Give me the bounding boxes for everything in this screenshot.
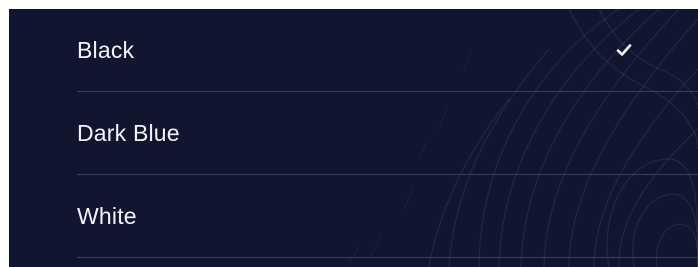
- option-dark-blue[interactable]: Dark Blue: [9, 92, 698, 175]
- option-label: White: [77, 203, 137, 229]
- checkmark-icon: [616, 44, 632, 56]
- option-white[interactable]: White: [9, 175, 698, 258]
- option-black[interactable]: Black: [9, 9, 698, 92]
- color-option-list: Black Dark Blue White: [9, 9, 698, 258]
- color-picker-panel: Black Dark Blue White: [9, 9, 698, 267]
- divider: [77, 257, 698, 258]
- option-label: Dark Blue: [77, 120, 180, 146]
- option-label: Black: [77, 37, 135, 63]
